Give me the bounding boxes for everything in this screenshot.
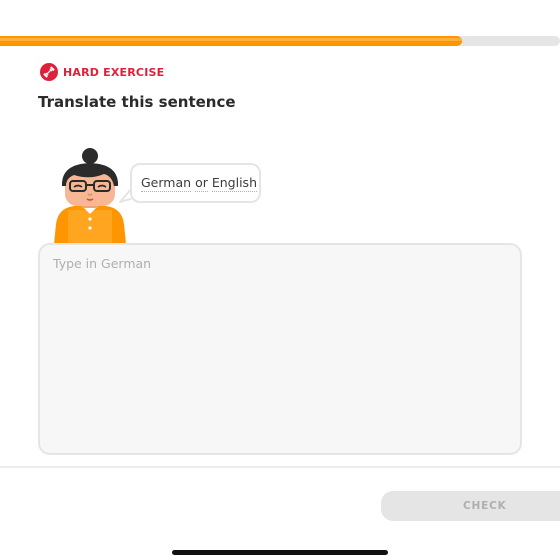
lesson-progress-bar [0, 36, 560, 46]
translation-input[interactable] [38, 243, 522, 455]
prompt-sentence: German or English [141, 175, 257, 192]
hard-exercise-badge: HARD EXERCISE [40, 62, 164, 82]
dumbbell-icon [40, 63, 58, 81]
lesson-screen: HARD EXERCISE Translate this sentence Ge… [0, 0, 560, 560]
exercise-title: Translate this sentence [38, 93, 236, 111]
hard-exercise-label: HARD EXERCISE [63, 65, 165, 79]
prompt-speech-bubble: German or English [130, 163, 261, 203]
lesson-progress-fill [0, 36, 462, 46]
progress-highlight [0, 38, 462, 41]
footer-divider [0, 466, 560, 468]
home-indicator[interactable] [172, 550, 388, 555]
prompt-word[interactable]: or [195, 175, 208, 192]
prompt-word[interactable]: English [211, 175, 257, 192]
prompt-word[interactable]: German [141, 175, 192, 192]
check-button[interactable]: CHECK [381, 491, 560, 521]
